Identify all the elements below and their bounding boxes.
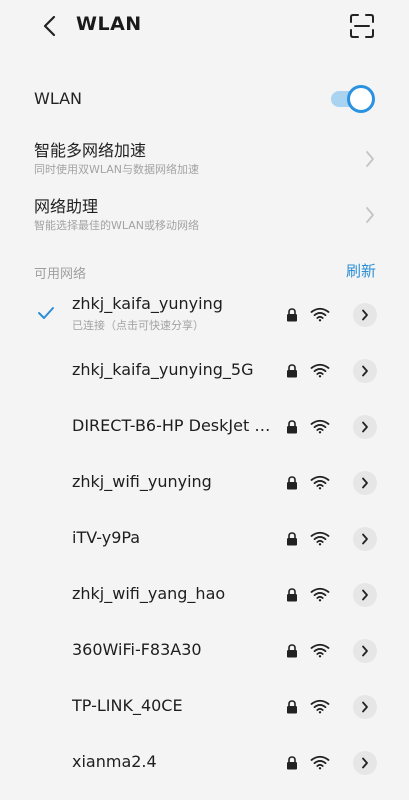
network-row[interactable]: 360WiFi-F83A30 [0, 626, 409, 676]
available-networks-header: 可用网络 刷新 [0, 260, 409, 282]
chevron-right-icon [366, 207, 374, 223]
wifi-signal-icon [310, 531, 330, 546]
chevron-left-icon [43, 15, 56, 37]
chevron-right-icon [366, 151, 374, 167]
wifi-signal-icon [310, 363, 330, 378]
chevron-right-icon [362, 757, 368, 769]
network-details-button[interactable] [353, 583, 377, 607]
smart-network-acceleration-row[interactable]: 智能多网络加速 同时使用双WLAN与数据网络加速 [0, 137, 409, 183]
network-name: TP-LINK_40CE [72, 696, 183, 715]
network-row[interactable]: zhkj_wifi_yang_hao [0, 570, 409, 620]
back-button[interactable] [36, 12, 62, 40]
setting-title: 网络助理 [34, 197, 99, 216]
lock-icon [287, 532, 297, 546]
network-row[interactable]: zhkj_kaifa_yunying 已连接（点击可快速分享） [0, 290, 409, 340]
check-icon [38, 307, 54, 319]
chevron-right-icon [362, 421, 368, 433]
network-row[interactable]: zhkj_kaifa_yunying_5G [0, 346, 409, 396]
wifi-signal-icon [310, 587, 330, 602]
chevron-right-icon [362, 589, 368, 601]
network-row[interactable]: xianma2.4 [0, 738, 409, 788]
toggle-knob [347, 85, 375, 113]
network-details-button[interactable] [353, 359, 377, 383]
network-status: 已连接（点击可快速分享） [72, 319, 204, 332]
lock-icon [287, 588, 297, 602]
wifi-signal-icon [310, 475, 330, 490]
network-row[interactable]: iTV-y9Pa [0, 514, 409, 564]
wlan-toggle-switch[interactable] [327, 85, 375, 113]
chevron-right-icon [362, 365, 368, 377]
network-name: 360WiFi-F83A30 [72, 640, 202, 659]
chevron-right-icon [362, 701, 368, 713]
lock-icon [287, 476, 297, 490]
scan-icon [350, 14, 374, 38]
section-title: 可用网络 [34, 267, 87, 282]
wlan-toggle-row: WLAN [0, 80, 409, 120]
setting-description: 智能选择最佳的WLAN或移动网络 [34, 219, 200, 232]
chevron-right-icon [362, 533, 368, 545]
network-name: zhkj_wifi_yang_hao [72, 584, 226, 603]
refresh-button[interactable]: 刷新 [346, 260, 376, 281]
network-details-button[interactable] [353, 415, 377, 439]
network-assistant-row[interactable]: 网络助理 智能选择最佳的WLAN或移动网络 [0, 193, 409, 239]
lock-icon [287, 644, 297, 658]
lock-icon [287, 756, 297, 770]
network-details-button[interactable] [353, 527, 377, 551]
network-name: zhkj_kaifa_yunying_5G [72, 360, 254, 379]
wifi-signal-icon [310, 643, 330, 658]
network-details-button[interactable] [353, 751, 377, 775]
network-details-button[interactable] [353, 471, 377, 495]
wifi-signal-icon [310, 755, 330, 770]
network-name: iTV-y9Pa [72, 528, 141, 547]
lock-icon [287, 364, 297, 378]
wifi-signal-icon [310, 307, 330, 322]
network-details-button[interactable] [353, 303, 377, 327]
setting-description: 同时使用双WLAN与数据网络加速 [34, 163, 200, 176]
chevron-right-icon [362, 477, 368, 489]
wlan-toggle-label: WLAN [34, 89, 83, 108]
page-title: WLAN [76, 13, 142, 35]
network-row[interactable]: zhkj_wifi_yunying [0, 458, 409, 508]
wifi-signal-icon [310, 699, 330, 714]
network-details-button[interactable] [353, 695, 377, 719]
lock-icon [287, 308, 297, 322]
wifi-signal-icon [310, 419, 330, 434]
top-bar: WLAN [0, 0, 409, 56]
network-name: zhkj_wifi_yunying [72, 472, 212, 491]
network-name: zhkj_kaifa_yunying [72, 294, 223, 313]
scan-button[interactable] [349, 13, 375, 39]
lock-icon [287, 420, 297, 434]
lock-icon [287, 700, 297, 714]
setting-title: 智能多网络加速 [34, 141, 147, 160]
chevron-right-icon [362, 309, 368, 321]
network-name: xianma2.4 [72, 752, 157, 771]
network-details-button[interactable] [353, 639, 377, 663]
chevron-right-icon [362, 645, 368, 657]
network-row[interactable]: TP-LINK_40CE [0, 682, 409, 732]
network-row[interactable]: DIRECT-B6-HP DeskJet 3700 series [0, 402, 409, 452]
network-name: DIRECT-B6-HP DeskJet 3700 series [72, 416, 276, 435]
